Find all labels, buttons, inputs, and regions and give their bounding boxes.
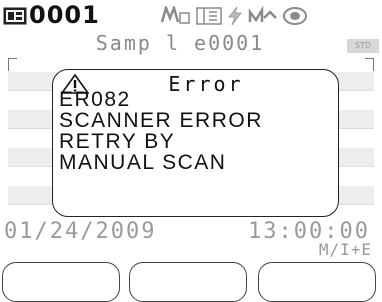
memory-card-icon bbox=[160, 6, 190, 24]
status-icons bbox=[160, 5, 308, 27]
date: 01/24/2009 bbox=[4, 219, 157, 244]
battery-icon bbox=[227, 6, 242, 26]
softkey-3[interactable] bbox=[258, 262, 376, 302]
softkey-bar bbox=[0, 262, 382, 302]
error-message-line: MANUAL SCAN bbox=[59, 151, 227, 174]
bracket-right bbox=[365, 58, 374, 71]
softkey-2[interactable] bbox=[129, 262, 247, 302]
error-message-line: SCANNER ERROR bbox=[59, 109, 263, 132]
softkey-1[interactable] bbox=[2, 262, 120, 302]
error-message-line: RETRY BY bbox=[59, 130, 176, 153]
ac-power-icon bbox=[248, 6, 277, 23]
error-code: ER082 bbox=[59, 88, 131, 111]
sample-number-icon bbox=[3, 7, 27, 25]
lcd-screen: 0001 Samp l e0001 STD Error ER082 SCANNE… bbox=[0, 0, 382, 302]
status-bar: 0001 bbox=[0, 0, 382, 30]
sample-name: Samp l e0001 bbox=[95, 31, 265, 55]
target-mode-icon bbox=[283, 7, 307, 25]
error-dialog: Error ER082 SCANNER ERROR RETRY BY MANUA… bbox=[52, 69, 339, 217]
bracket-left bbox=[8, 58, 17, 71]
dialog-title: Error bbox=[168, 72, 244, 96]
measurement-mode: M/I+E bbox=[318, 240, 372, 259]
grid-mode-icon bbox=[196, 7, 222, 25]
sample-tag: STD bbox=[347, 39, 379, 53]
sample-number: 0001 bbox=[29, 1, 100, 29]
